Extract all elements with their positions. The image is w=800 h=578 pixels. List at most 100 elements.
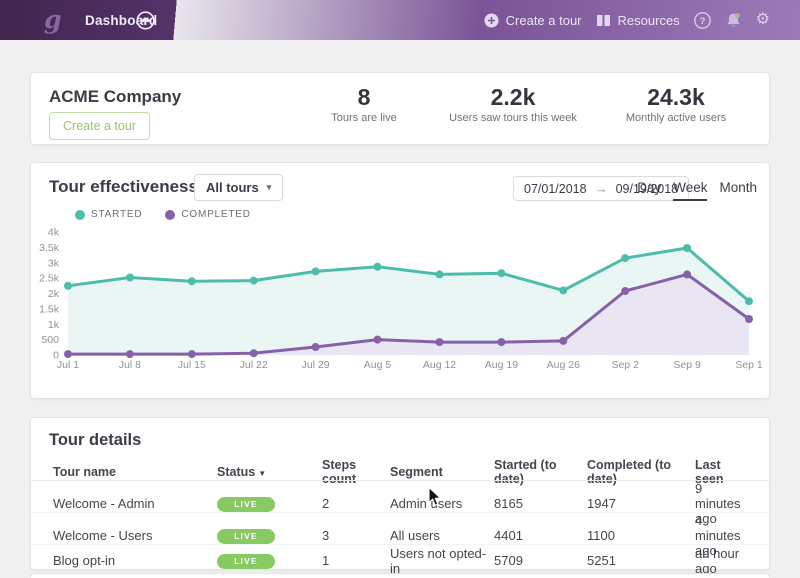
svg-text:Jul 15: Jul 15	[178, 359, 206, 371]
tours-filter-value: All tours	[206, 180, 259, 195]
cell-status: LIVE	[217, 495, 322, 512]
svg-text:500: 500	[41, 334, 59, 346]
appcues-logo-icon[interactable]: g	[44, 5, 66, 35]
cell-started: 4401	[494, 528, 587, 543]
granularity-toggle: Day Week Month	[637, 180, 757, 201]
legend-completed-label: COMPLETED	[181, 209, 250, 220]
chevron-down-icon: ▾	[267, 182, 272, 193]
table-body: Welcome - AdminLIVE2Admin users816519479…	[31, 480, 769, 576]
svg-text:Aug 5: Aug 5	[364, 359, 392, 371]
book-icon	[596, 14, 611, 27]
cell-steps-count: 1	[322, 553, 390, 568]
col-segment[interactable]: Segment	[390, 465, 494, 479]
stat-label: Tours are live	[331, 112, 396, 124]
table-row[interactable]: Welcome - AdminLIVE2Admin users816519479…	[31, 480, 769, 512]
cell-last-seen: an hour ago	[695, 546, 747, 576]
legend-started-label: STARTED	[91, 209, 142, 220]
legend-completed: COMPLETED	[165, 209, 250, 220]
tour-effectiveness-card: Tour effectiveness All tours ▾ 07/01/201…	[30, 162, 770, 399]
tours-filter-dropdown[interactable]: All tours ▾	[194, 174, 283, 201]
status-badge: LIVE	[217, 497, 275, 512]
granularity-month[interactable]: Month	[719, 180, 757, 201]
company-name: ACME Company	[49, 87, 181, 107]
nav-create-tour-label: Create a tour	[506, 13, 582, 28]
svg-text:1.5k: 1.5k	[39, 303, 60, 315]
table-row[interactable]: Blog opt-inLIVE 1Users not opted-in570952…	[31, 544, 769, 576]
effectiveness-chart: 05001k1.5k2k2.5k3k3.5k4kJul 1Jul 8Jul 15…	[31, 225, 771, 373]
granularity-day[interactable]: Day	[637, 180, 661, 201]
started-dot-icon	[75, 210, 85, 220]
chart-card-title: Tour effectiveness	[49, 177, 198, 197]
settings-gear-icon[interactable]: ⚙	[756, 12, 770, 28]
table-card-title: Tour details	[49, 431, 141, 450]
cell-status: LIVE	[217, 527, 322, 544]
svg-text:4k: 4k	[48, 227, 60, 239]
nav-resources-label: Resources	[618, 13, 680, 28]
stat-label: Monthly active users	[626, 112, 726, 124]
svg-text:Aug 19: Aug 19	[485, 359, 518, 371]
cell-tour-name: Welcome - Admin	[53, 496, 217, 511]
help-button[interactable]: ?	[694, 12, 711, 29]
account-summary-card: ACME Company Create a tour 8 Tours are l…	[30, 72, 770, 145]
svg-text:2.5k: 2.5k	[39, 273, 60, 285]
table-row[interactable]: Welcome - UsersLIVE3All users440111004 m…	[31, 512, 769, 544]
stat-tours-live: 8 Tours are live	[331, 84, 396, 124]
svg-text:3.5k: 3.5k	[39, 242, 60, 254]
navbar-actions: Create a tour Resources ?	[484, 0, 770, 40]
svg-text:2k: 2k	[48, 288, 60, 300]
svg-text:?: ?	[699, 16, 705, 27]
chart-legend: STARTED COMPLETED	[75, 209, 251, 220]
stat-value: 8	[331, 84, 396, 110]
saucer-icon[interactable]	[136, 11, 155, 35]
svg-text:3k: 3k	[48, 257, 60, 269]
svg-text:Jul 8: Jul 8	[119, 359, 141, 371]
completed-dot-icon	[165, 210, 175, 220]
nav-resources-button[interactable]: Resources	[596, 13, 680, 28]
svg-text:Sep 1: Sep 1	[735, 359, 763, 371]
svg-text:Sep 2: Sep 2	[611, 359, 639, 371]
next-card-peek	[30, 573, 770, 578]
sort-caret-icon: ▼	[258, 469, 266, 478]
svg-text:Jul 29: Jul 29	[302, 359, 330, 371]
nav-create-tour-button[interactable]: Create a tour	[484, 13, 582, 28]
cell-completed: 1947	[587, 496, 695, 511]
cell-segment: All users	[390, 528, 494, 543]
notifications-bell-icon[interactable]	[725, 12, 742, 29]
legend-started: STARTED	[75, 209, 142, 220]
mouse-cursor	[428, 487, 442, 512]
top-navbar: g Dashboard Create a tour	[0, 0, 800, 40]
svg-text:Aug 12: Aug 12	[423, 359, 456, 371]
stat-label: Users saw tours this week	[449, 112, 577, 124]
cell-completed: 5251	[587, 553, 695, 568]
col-status[interactable]: Status▼	[217, 465, 322, 479]
col-tour-name[interactable]: Tour name	[53, 465, 217, 479]
cell-status: LIVE	[217, 552, 322, 569]
cell-completed: 1100	[587, 528, 695, 543]
table-header-row: Tour name Status▼ Steps count Segment St…	[31, 458, 769, 480]
cell-started: 5709	[494, 553, 587, 568]
arrow-right-icon: →	[595, 181, 608, 196]
create-tour-button[interactable]: Create a tour	[49, 112, 150, 140]
cell-steps-count: 2	[322, 496, 390, 511]
svg-text:Jul 1: Jul 1	[57, 359, 79, 371]
svg-text:1k: 1k	[48, 319, 60, 331]
svg-text:Sep 9: Sep 9	[673, 359, 701, 371]
plus-circle-icon	[484, 13, 499, 28]
cell-tour-name: Blog opt-in	[53, 553, 217, 568]
tour-details-card: Tour details Tour name Status▼ Steps cou…	[30, 417, 770, 570]
stat-monthly-active-users: 24.3k Monthly active users	[626, 84, 726, 124]
cell-segment: Users not opted-in	[390, 546, 494, 576]
granularity-week[interactable]: Week	[673, 180, 707, 201]
date-start-value: 07/01/2018	[524, 182, 587, 196]
stat-users-saw-tours: 2.2k Users saw tours this week	[449, 84, 577, 124]
stat-value: 2.2k	[449, 84, 577, 110]
svg-text:Jul 22: Jul 22	[240, 359, 268, 371]
stat-value: 24.3k	[626, 84, 726, 110]
cell-tour-name: Welcome - Users	[53, 528, 217, 543]
cell-steps-count: 3	[322, 528, 390, 543]
status-badge: LIVE	[217, 554, 275, 569]
dashboard-page: g Dashboard Create a tour	[0, 0, 800, 578]
status-badge: LIVE	[217, 529, 275, 544]
cell-started: 8165	[494, 496, 587, 511]
cell-segment: Admin users	[390, 496, 494, 511]
